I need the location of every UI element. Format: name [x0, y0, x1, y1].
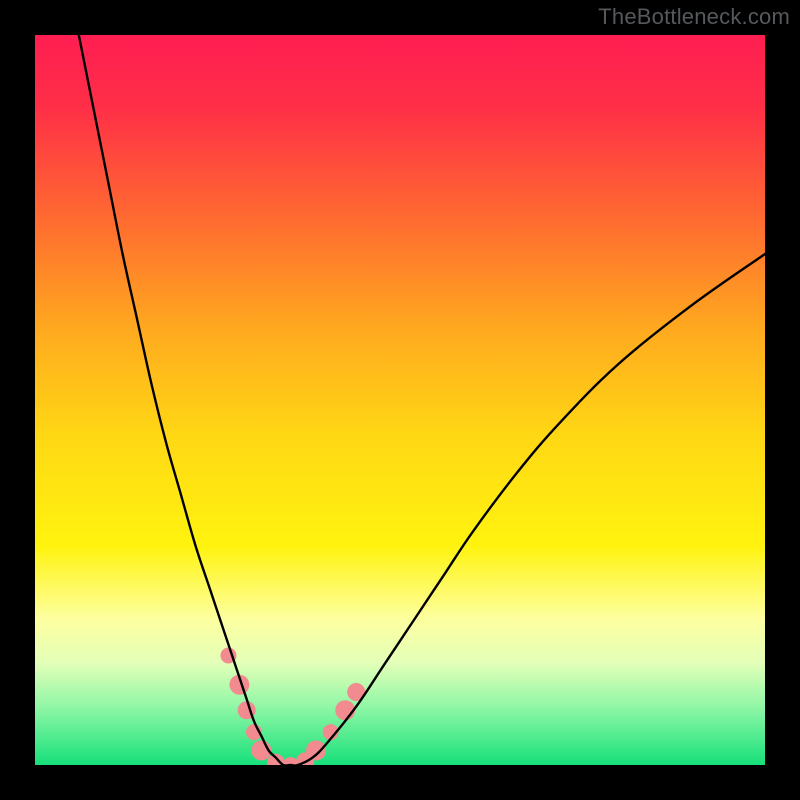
bottleneck-curve [79, 35, 765, 765]
chart-frame: TheBottleneck.com [0, 0, 800, 800]
curve-marker [306, 740, 326, 760]
plot-area [35, 35, 765, 765]
attribution-label: TheBottleneck.com [598, 4, 790, 30]
curve-layer [35, 35, 765, 765]
